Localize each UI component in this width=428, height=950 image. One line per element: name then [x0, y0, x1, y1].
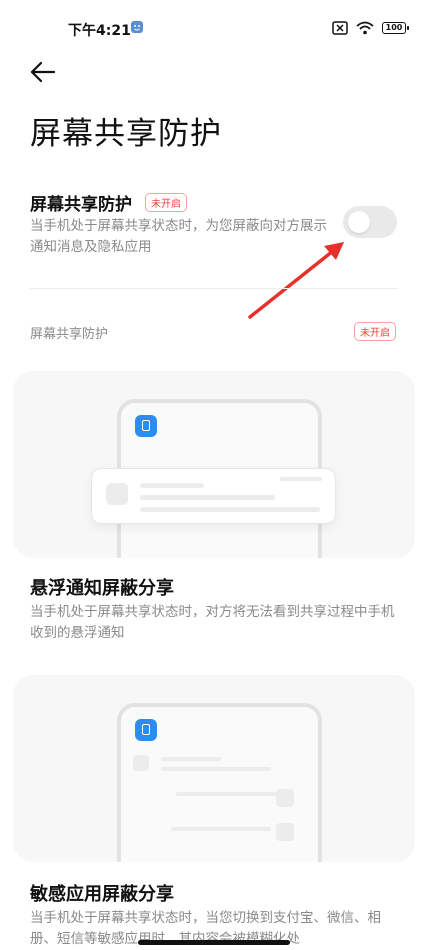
status-badge: 未开启: [145, 193, 187, 212]
status-time: 下午4:21: [68, 23, 131, 39]
protection-toggle[interactable]: [343, 206, 397, 238]
placeholder-bar: [280, 477, 322, 481]
feature-title: 敏感应用屏蔽分享: [30, 884, 174, 905]
placeholder-square: [276, 789, 294, 807]
status-icons: 100: [332, 21, 409, 35]
placeholder-bar: [140, 483, 204, 488]
setting-description: 当手机处于屏幕共享状态时，为您屏蔽向对方展示通知消息及隐私应用: [30, 218, 327, 255]
section-status-badge: 未开启: [354, 322, 396, 341]
placeholder-bar: [176, 792, 276, 796]
home-indicator[interactable]: [138, 940, 290, 945]
placeholder-bar: [161, 757, 221, 761]
floating-notification-illustration: [13, 371, 415, 558]
wifi-icon: [356, 21, 374, 35]
notification-app-placeholder: [106, 483, 128, 505]
battery-icon: 100: [382, 22, 409, 34]
page-title: 屏幕共享防护: [30, 116, 222, 152]
section-header: 屏幕共享防护: [30, 327, 109, 342]
emoji-status-icon: [131, 21, 143, 33]
placeholder-bar: [140, 507, 320, 512]
app-icon: [135, 719, 157, 741]
sensitive-app-illustration: [13, 675, 415, 862]
floating-notification-mockup: [91, 468, 336, 524]
toggle-knob: [348, 211, 370, 233]
placeholder-bar: [140, 495, 275, 500]
divider: [30, 288, 398, 289]
feature-description: 当手机处于屏幕共享状态时，对方将无法看到共享过程中手机收到的悬浮通知: [30, 604, 395, 641]
placeholder-square: [133, 755, 149, 771]
status-bar: 下午4:21 100: [0, 0, 428, 60]
placeholder-bar: [171, 827, 271, 831]
screen-share-protection-setting[interactable]: 屏幕共享防护 未开启 当手机处于屏幕共享状态时，为您屏蔽向对方展示通知消息及隐私…: [30, 190, 400, 260]
back-arrow-icon[interactable]: [28, 60, 60, 84]
feature-title: 悬浮通知屏蔽分享: [30, 578, 174, 599]
app-icon: [135, 415, 157, 437]
no-sim-icon: [332, 21, 348, 35]
setting-title: 屏幕共享防护: [30, 195, 132, 215]
phone-mockup: [117, 703, 322, 862]
placeholder-bar: [161, 767, 271, 771]
placeholder-square: [276, 823, 294, 841]
